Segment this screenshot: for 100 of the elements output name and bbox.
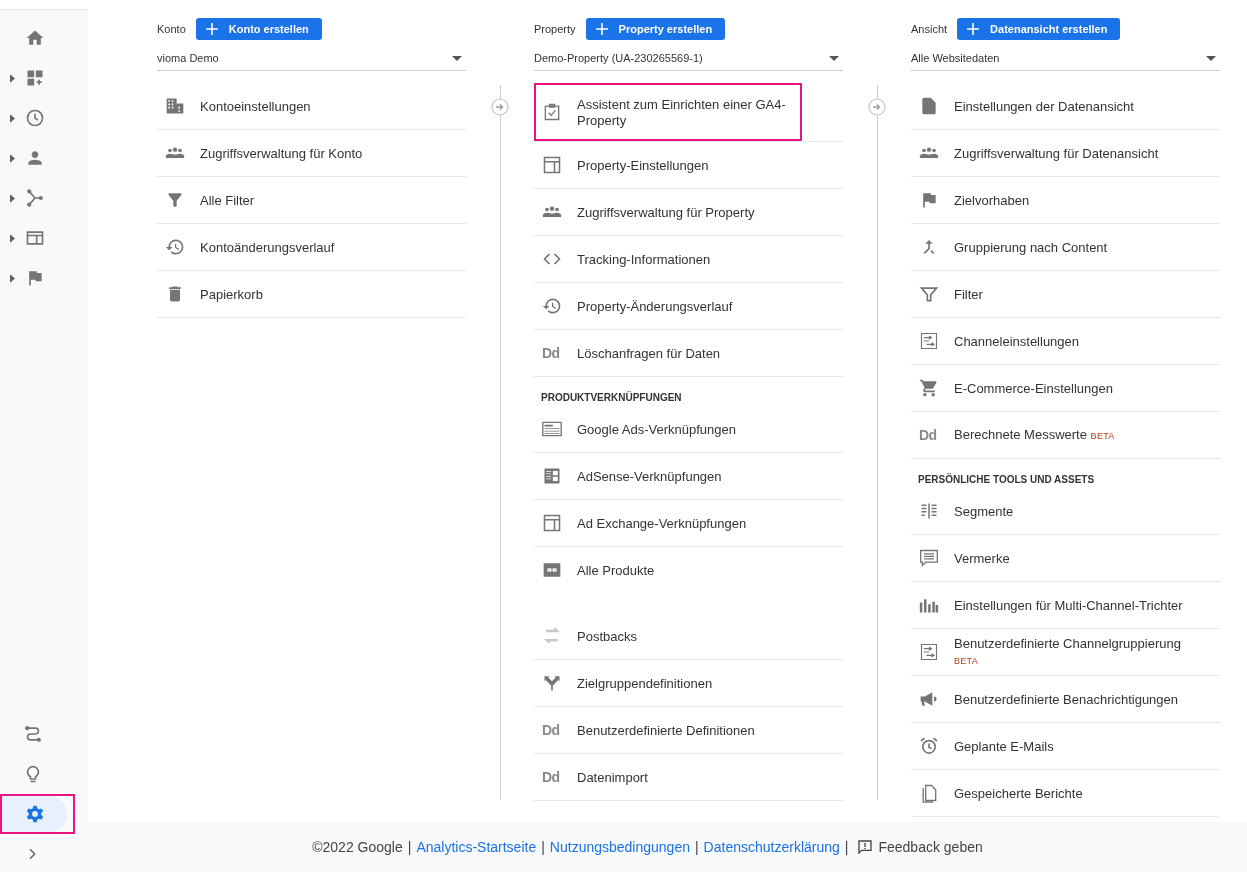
clock-button[interactable] <box>25 108 45 128</box>
dd-icon: Dd <box>542 769 560 785</box>
section-heading: PRODUKTVERKNÜPFUNGEN <box>540 390 683 405</box>
cart-icon <box>919 378 939 398</box>
dashboard-icon <box>25 68 45 88</box>
home-icon <box>25 28 45 48</box>
branch-button[interactable] <box>25 188 45 208</box>
footer-link[interactable]: Datenschutzerklärung <box>703 839 840 855</box>
dropdown-field[interactable]: Demo-Property (UA-230265569-1) <box>534 46 843 71</box>
separator: | <box>407 839 412 855</box>
menu-item[interactable]: Segmente <box>911 488 1220 534</box>
menu-item[interactable]: Alle Filter <box>157 177 466 223</box>
menu-item[interactable]: Alle Produkte <box>534 547 843 593</box>
home-button[interactable] <box>25 28 45 48</box>
menu-item[interactable]: Zugriffsverwaltung für Datenansicht <box>911 130 1220 176</box>
dropdown-field[interactable]: Alle Websitedaten <box>911 46 1220 71</box>
menu-item[interactable]: Gespeicherte Berichte <box>911 770 1220 816</box>
building-icon <box>165 96 185 116</box>
menu-item[interactable]: Vermerke <box>911 535 1220 581</box>
beta-label: BETA <box>1090 431 1115 441</box>
menu-item[interactable]: Einstellungen für Multi-Channel-Trichter <box>911 582 1220 628</box>
clock-icon <box>25 108 45 128</box>
arrow-circle-icon <box>491 98 509 116</box>
menu-item[interactable]: Dd Berechnete Messwerte BETA <box>911 412 1220 458</box>
menu-item[interactable]: Benutzerdefinierte Channelgruppierung BETA <box>911 629 1220 675</box>
menu-item[interactable]: Papierkorb <box>157 271 466 317</box>
create-button[interactable]: Property erstellen <box>585 18 726 40</box>
menu-item[interactable]: Benutzerdefinierte Benachrichtigungen <box>911 676 1220 722</box>
menu-item[interactable]: Ad Exchange-Verknüpfungen <box>534 500 843 546</box>
menu-item[interactable]: Dd Löschanfragen für Daten <box>534 330 843 376</box>
footer-link[interactable]: Nutzungsbedingungen <box>549 839 690 855</box>
clipboard-check-icon <box>542 102 562 122</box>
column-label: Konto <box>157 23 186 35</box>
plus-icon <box>205 23 218 35</box>
menu-item[interactable]: Einstellungen der Datenansicht <box>911 83 1220 129</box>
menu-item[interactable]: Filter <box>911 271 1220 317</box>
channels-icon <box>919 642 939 662</box>
menu-item[interactable]: Channeleinstellungen <box>911 318 1220 364</box>
create-button[interactable]: Datenansicht erstellen <box>957 18 1121 40</box>
caret-icon[interactable] <box>10 273 15 283</box>
separator: | <box>844 839 849 855</box>
menu-item[interactable]: Dd Benutzerdefinierte Definitionen <box>534 707 843 753</box>
menu-item[interactable]: Property-Einstellungen <box>534 142 843 188</box>
article-icon <box>542 466 562 486</box>
menu-item[interactable]: Tracking-Informationen <box>534 236 843 282</box>
caret-icon[interactable] <box>10 113 15 123</box>
feedback-button[interactable]: Feedback geben <box>853 839 983 855</box>
dropdown-field[interactable]: vioma Demo <box>157 46 466 71</box>
channels-icon <box>919 331 939 351</box>
menu-item[interactable]: Assistent zum Einrichten einer GA4-Property <box>534 83 802 141</box>
menu-item[interactable]: Google Ads-Verknüpfungen <box>534 406 843 452</box>
caret-icon[interactable] <box>10 153 15 163</box>
dd-icon: Dd <box>542 345 560 361</box>
history-icon <box>165 237 185 257</box>
caret-icon[interactable] <box>10 233 15 243</box>
dashboard-button[interactable] <box>25 68 45 88</box>
menu-item[interactable]: Zugriffsverwaltung für Property <box>534 189 843 235</box>
footer-link[interactable]: Analytics-Startseite <box>416 839 537 855</box>
panel-icon <box>542 155 562 175</box>
copyright-text: ©2022 Google <box>312 839 403 855</box>
arrow-circle-icon <box>868 98 886 116</box>
window-button[interactable] <box>25 228 45 248</box>
panel-icon <box>542 513 562 533</box>
feedback-icon <box>857 839 874 855</box>
plus-icon <box>967 23 980 35</box>
beta-label: BETA <box>954 656 979 666</box>
menu-item[interactable]: Dd Datenimport <box>534 754 843 800</box>
menu-item[interactable]: Postbacks <box>534 613 843 659</box>
settings-button[interactable] <box>2 796 67 832</box>
menu-item[interactable]: AdSense-Verknüpfungen <box>534 453 843 499</box>
menu-item[interactable]: Geplante E-Mails <box>911 723 1220 769</box>
window-icon <box>25 228 45 248</box>
dd-icon: Dd <box>919 427 937 443</box>
settings-icon <box>24 804 45 824</box>
link-icon <box>542 560 562 580</box>
dropdown-caret-icon <box>452 55 462 61</box>
menu-item[interactable]: Gruppierung nach Content <box>911 224 1220 270</box>
create-button[interactable]: Konto erstellen <box>195 18 322 40</box>
funnel-outline-icon <box>919 284 939 304</box>
branch-icon <box>25 188 45 208</box>
separator: | <box>541 839 545 855</box>
dd-icon: Dd <box>542 722 560 738</box>
menu-item[interactable]: Kontoänderungsverlauf <box>157 224 466 270</box>
menu-item[interactable]: E-Commerce-Einstellungen <box>911 365 1220 411</box>
column-label: Ansicht <box>911 23 948 35</box>
menu-item[interactable]: Kontoeinstellungen <box>157 83 466 129</box>
separator: | <box>694 839 699 855</box>
dropdown-caret-icon <box>829 55 839 61</box>
fork-icon <box>542 673 562 693</box>
caret-icon[interactable] <box>10 73 15 83</box>
menu-item[interactable]: Property-Änderungsverlauf <box>534 283 843 329</box>
alarm-icon <box>919 736 939 756</box>
menu-item[interactable]: Zielgruppendefinitionen <box>534 660 843 706</box>
route-icon <box>22 724 43 744</box>
menu-item[interactable]: Zugriffsverwaltung für Konto <box>157 130 466 176</box>
section-heading: PERSÖNLICHE TOOLS UND ASSETS <box>917 472 1096 487</box>
plus-icon <box>595 23 608 35</box>
list-panel-icon <box>542 419 562 439</box>
caret-icon[interactable] <box>10 193 15 203</box>
menu-item[interactable]: Zielvorhaben <box>911 177 1220 223</box>
